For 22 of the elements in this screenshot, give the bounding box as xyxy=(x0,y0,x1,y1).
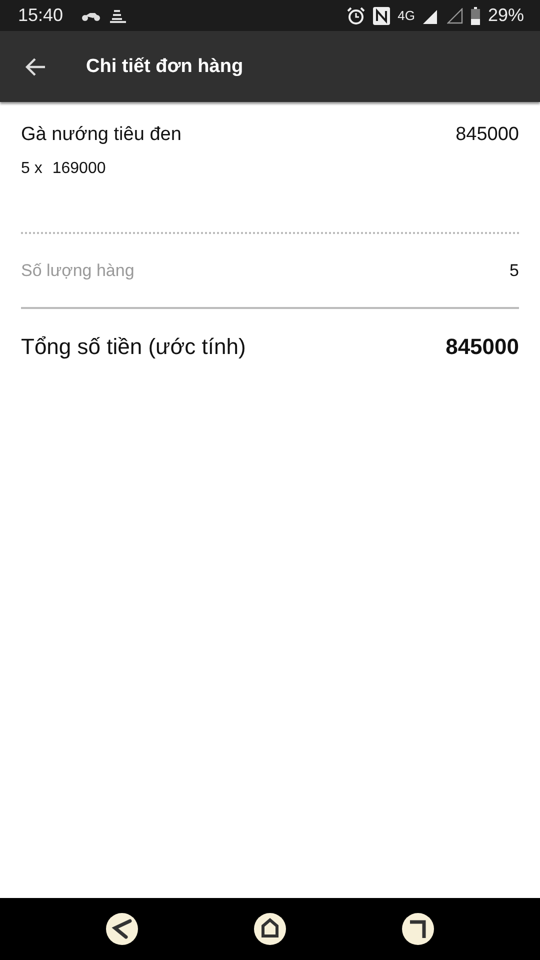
battery-icon xyxy=(470,6,480,24)
page-title: Chi tiết đơn hàng xyxy=(86,56,244,78)
recents-nav-icon[interactable] xyxy=(401,912,435,946)
summary-label: Số lượng hàng xyxy=(21,260,134,280)
nfc-icon xyxy=(372,6,390,24)
summary-value: 5 xyxy=(510,260,519,280)
signal-icon xyxy=(422,8,439,24)
signal-icon xyxy=(446,8,463,24)
back-nav-icon[interactable] xyxy=(105,912,139,946)
back-arrow-icon xyxy=(24,56,46,76)
item-name: Gà nướng tiêu đen xyxy=(21,124,182,146)
total-value: 845000 xyxy=(446,334,519,360)
item-quantity: 5 x xyxy=(21,160,42,178)
item-unit-price: 169000 xyxy=(52,160,106,178)
total-label: Tổng số tiền (ước tính) xyxy=(21,334,246,360)
battery-percent: 29% xyxy=(488,5,524,26)
network-type: 4G xyxy=(398,8,415,23)
alarm-icon xyxy=(346,6,365,24)
home-nav-icon[interactable] xyxy=(253,912,287,946)
status-time: 15:40 xyxy=(18,5,64,26)
stack-icon xyxy=(109,8,128,22)
item-amount: 845000 xyxy=(456,124,519,146)
